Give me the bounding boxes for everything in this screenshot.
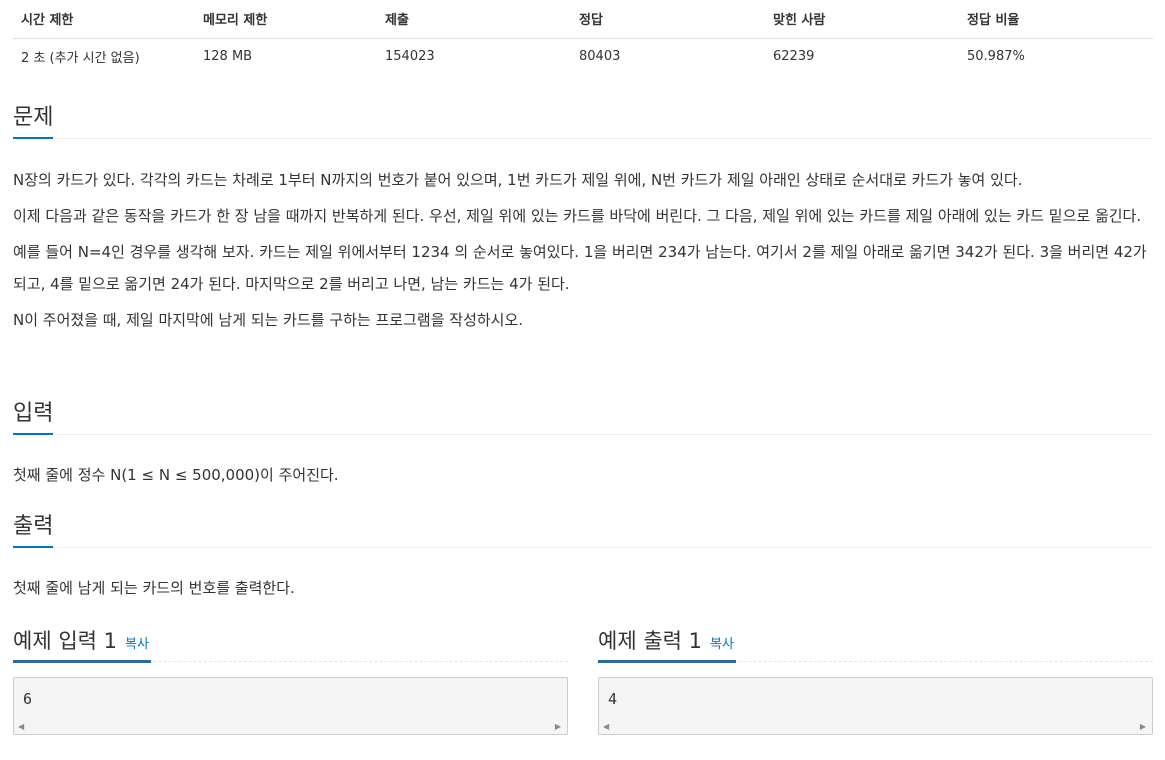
sample-input-underline [13, 660, 151, 663]
problem-title: 문제 [13, 103, 54, 139]
value-time-limit: 2 초 (추가 시간 없음) [21, 50, 140, 66]
sample-output-title: 예제 출력 1 [598, 629, 702, 653]
sample-output-value: 4 [608, 690, 618, 708]
header-solved-users: 맞힌 사람 [765, 0, 959, 39]
problem-info-table: 시간 제한 메모리 제한 제출 정답 맞힌 사람 정답 비율 2 초 (추가 시… [13, 0, 1153, 74]
input-section: 입력 첫째 줄에 정수 N(1 ≤ N ≤ 500,000)이 주어진다. [13, 399, 1153, 491]
sample-output-section: 예제 출력 1 복사 4 ◀ ▶ [598, 626, 1153, 750]
value-accept-ratio: 50.987% [967, 48, 1025, 64]
header-accept-ratio: 정답 비율 [959, 0, 1153, 39]
problem-paragraph: N장의 카드가 있다. 각각의 카드는 차례로 1부터 N까지의 번호가 붙어 … [13, 171, 1023, 189]
scroll-right-arrow-icon[interactable]: ▶ [555, 722, 561, 731]
header-time-limit: 시간 제한 [13, 0, 195, 39]
sample-output-underline [598, 660, 736, 663]
sample-output-copy-button[interactable]: 복사 [710, 637, 734, 652]
header-submissions: 제출 [377, 0, 571, 39]
sample-input-value: 6 [23, 690, 33, 708]
output-description: 첫째 줄에 남게 되는 카드의 번호를 출력한다. [13, 579, 295, 597]
sample-input-copy-button[interactable]: 복사 [125, 637, 149, 652]
info-header-row: 시간 제한 메모리 제한 제출 정답 맞힌 사람 정답 비율 [13, 0, 1153, 39]
output-title: 출력 [13, 512, 54, 548]
problem-headline: 문제 [13, 103, 1153, 139]
input-headline: 입력 [13, 399, 1153, 435]
value-submissions: 154023 [385, 48, 435, 64]
problem-paragraph: N이 주어졌을 때, 제일 마지막에 남게 되는 카드를 구하는 프로그램을 작… [13, 311, 524, 329]
header-accepted: 정답 [571, 0, 765, 39]
value-solved-users: 62239 [773, 48, 815, 64]
sample-output-box[interactable]: 4 ◀ ▶ [598, 677, 1153, 735]
sample-input-title: 예제 입력 1 [13, 629, 117, 653]
output-headline: 출력 [13, 512, 1153, 548]
problem-description: N장의 카드가 있다. 각각의 카드는 차례로 1부터 N까지의 번호가 붙어 … [13, 164, 1153, 336]
problem-paragraph: 예를 들어 N=4인 경우를 생각해 보자. 카드는 제일 위에서부터 1234… [13, 243, 1147, 293]
sample-input-headline: 예제 입력 1 복사 [13, 626, 568, 663]
sample-input-box[interactable]: 6 ◀ ▶ [13, 677, 568, 735]
input-title: 입력 [13, 399, 54, 435]
scroll-left-arrow-icon[interactable]: ◀ [18, 722, 24, 731]
info-value-row: 2 초 (추가 시간 없음) 128 MB 154023 80403 62239… [13, 38, 1153, 74]
problem-section: 문제 N장의 카드가 있다. 각각의 카드는 차례로 1부터 N까지의 번호가 … [13, 103, 1153, 336]
output-section: 출력 첫째 줄에 남게 되는 카드의 번호를 출력한다. [13, 512, 1153, 604]
value-memory-limit: 128 MB [203, 48, 253, 64]
problem-paragraph: 이제 다음과 같은 동작을 카드가 한 장 남을 때까지 반복하게 된다. 우선… [13, 207, 1142, 225]
value-accepted: 80403 [579, 48, 621, 64]
scroll-right-arrow-icon[interactable]: ▶ [1140, 722, 1146, 731]
header-memory-limit: 메모리 제한 [195, 0, 377, 39]
sample-output-headline: 예제 출력 1 복사 [598, 626, 1153, 663]
input-description: 첫째 줄에 정수 N(1 ≤ N ≤ 500,000)이 주어진다. [13, 466, 339, 484]
sample-input-section: 예제 입력 1 복사 6 ◀ ▶ [13, 626, 568, 750]
scroll-left-arrow-icon[interactable]: ◀ [603, 722, 609, 731]
